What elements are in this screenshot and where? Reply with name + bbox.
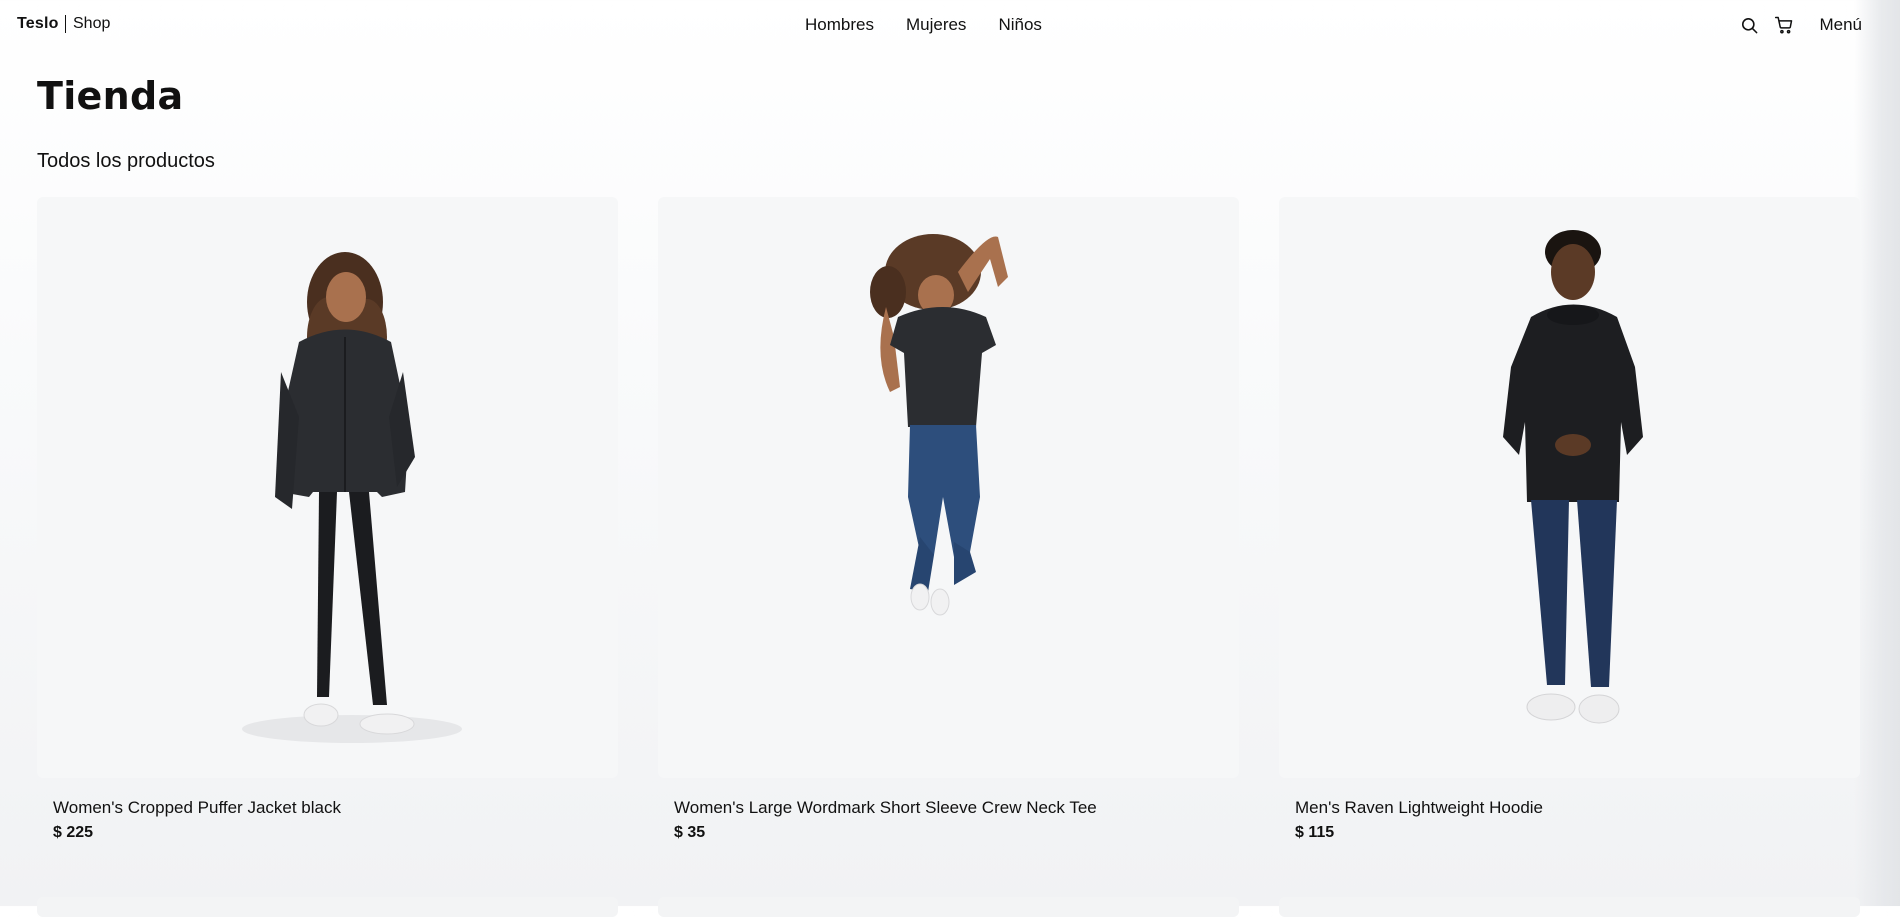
page-subtitle: Todos los productos [37,150,215,172]
cart-icon[interactable] [1772,13,1796,37]
product-card-peek[interactable] [658,897,1239,917]
product-image-woman-jumping-tee[interactable] [658,197,1239,778]
product-image-man-hoodie[interactable] [1279,197,1860,778]
nav-link-ninos[interactable]: Niños [982,15,1057,35]
product-card[interactable]: Women's Cropped Puffer Jacket black $ 22… [37,197,618,843]
product-title[interactable]: Men's Raven Lightweight Hoodie [1295,798,1860,818]
nav-link-mujeres[interactable]: Mujeres [890,15,982,35]
top-navbar: Teslo Shop Hombres Mujeres Niños Menú [0,0,1900,50]
product-price: $ 35 [674,824,706,841]
page-edge-shade [1854,0,1900,906]
page-title: Tienda [37,74,184,118]
menu-button[interactable]: Menú [1819,15,1862,35]
nav-link-hombres[interactable]: Hombres [805,15,890,35]
product-card[interactable]: Women's Large Wordmark Short Sleeve Crew… [658,197,1239,843]
product-title[interactable]: Women's Cropped Puffer Jacket black [53,798,618,818]
product-title[interactable]: Women's Large Wordmark Short Sleeve Crew… [674,798,1239,818]
logo-main-text: Teslo [17,15,59,32]
product-card[interactable]: Men's Raven Lightweight Hoodie $ 115 [1279,197,1860,843]
logo-sub-text: Shop [73,15,111,32]
logo-link[interactable]: Teslo Shop [17,15,110,33]
product-card-peek[interactable] [1279,897,1860,917]
product-card-peek[interactable] [37,897,618,917]
logo-divider [64,15,66,33]
search-icon[interactable] [1737,13,1761,37]
product-price: $ 225 [53,824,94,841]
product-image-woman-puffer-jacket[interactable] [37,197,618,778]
category-nav: Hombres Mujeres Niños [805,15,1058,35]
product-price: $ 115 [1295,824,1335,841]
nav-actions: Menú [1737,13,1862,37]
